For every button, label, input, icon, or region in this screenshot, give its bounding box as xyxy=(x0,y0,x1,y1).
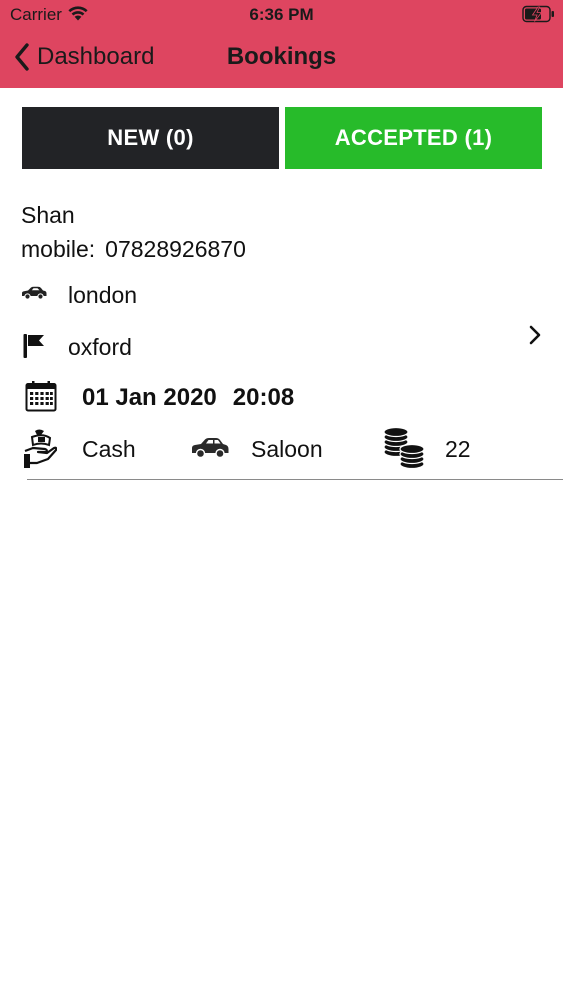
chevron-left-icon xyxy=(15,43,29,71)
mobile-label: mobile: xyxy=(21,236,96,262)
bookings-screen: Carrier 6:36 PM Dashboard Bookings NEW (… xyxy=(0,0,563,1000)
customer-name: Shan xyxy=(21,202,75,228)
tab-new-label: NEW (0) xyxy=(107,125,194,150)
vehicle-type: Saloon xyxy=(251,436,323,462)
tab-accepted[interactable]: ACCEPTED (1) xyxy=(285,107,542,169)
battery-charging-icon xyxy=(522,5,554,23)
back-button[interactable]: Dashboard xyxy=(14,40,154,74)
mobile-number: 07828926870 xyxy=(105,236,246,262)
coins-icon xyxy=(383,426,425,470)
chevron-right-icon[interactable] xyxy=(528,325,542,345)
divider xyxy=(27,479,563,480)
dropoff-location: oxford xyxy=(68,334,132,360)
navigation-bar: Carrier 6:36 PM Dashboard Bookings xyxy=(0,0,563,88)
money-hand-icon xyxy=(24,429,57,468)
car-icon xyxy=(192,438,229,459)
booking-date: 01 Jan 2020 xyxy=(82,384,217,411)
car-small-icon xyxy=(22,286,47,300)
payment-method: Cash xyxy=(82,436,136,462)
flag-icon xyxy=(23,334,44,358)
booking-datetime: 01 Jan 2020 20:08 xyxy=(82,384,294,412)
calendar-icon xyxy=(25,381,57,412)
booking-time: 20:08 xyxy=(232,384,295,411)
booking-card[interactable]: Shan mobile: 07828926870 london oxford 0… xyxy=(0,190,563,482)
back-label: Dashboard xyxy=(37,43,155,70)
tab-accepted-label: ACCEPTED (1) xyxy=(334,125,493,150)
pickup-location: london xyxy=(68,282,138,308)
customer-mobile: mobile: 07828926870 xyxy=(21,236,246,263)
status-time: 6:36 PM xyxy=(249,5,314,24)
fare-amount: 22 xyxy=(445,436,471,462)
tab-new[interactable]: NEW (0) xyxy=(22,107,279,169)
